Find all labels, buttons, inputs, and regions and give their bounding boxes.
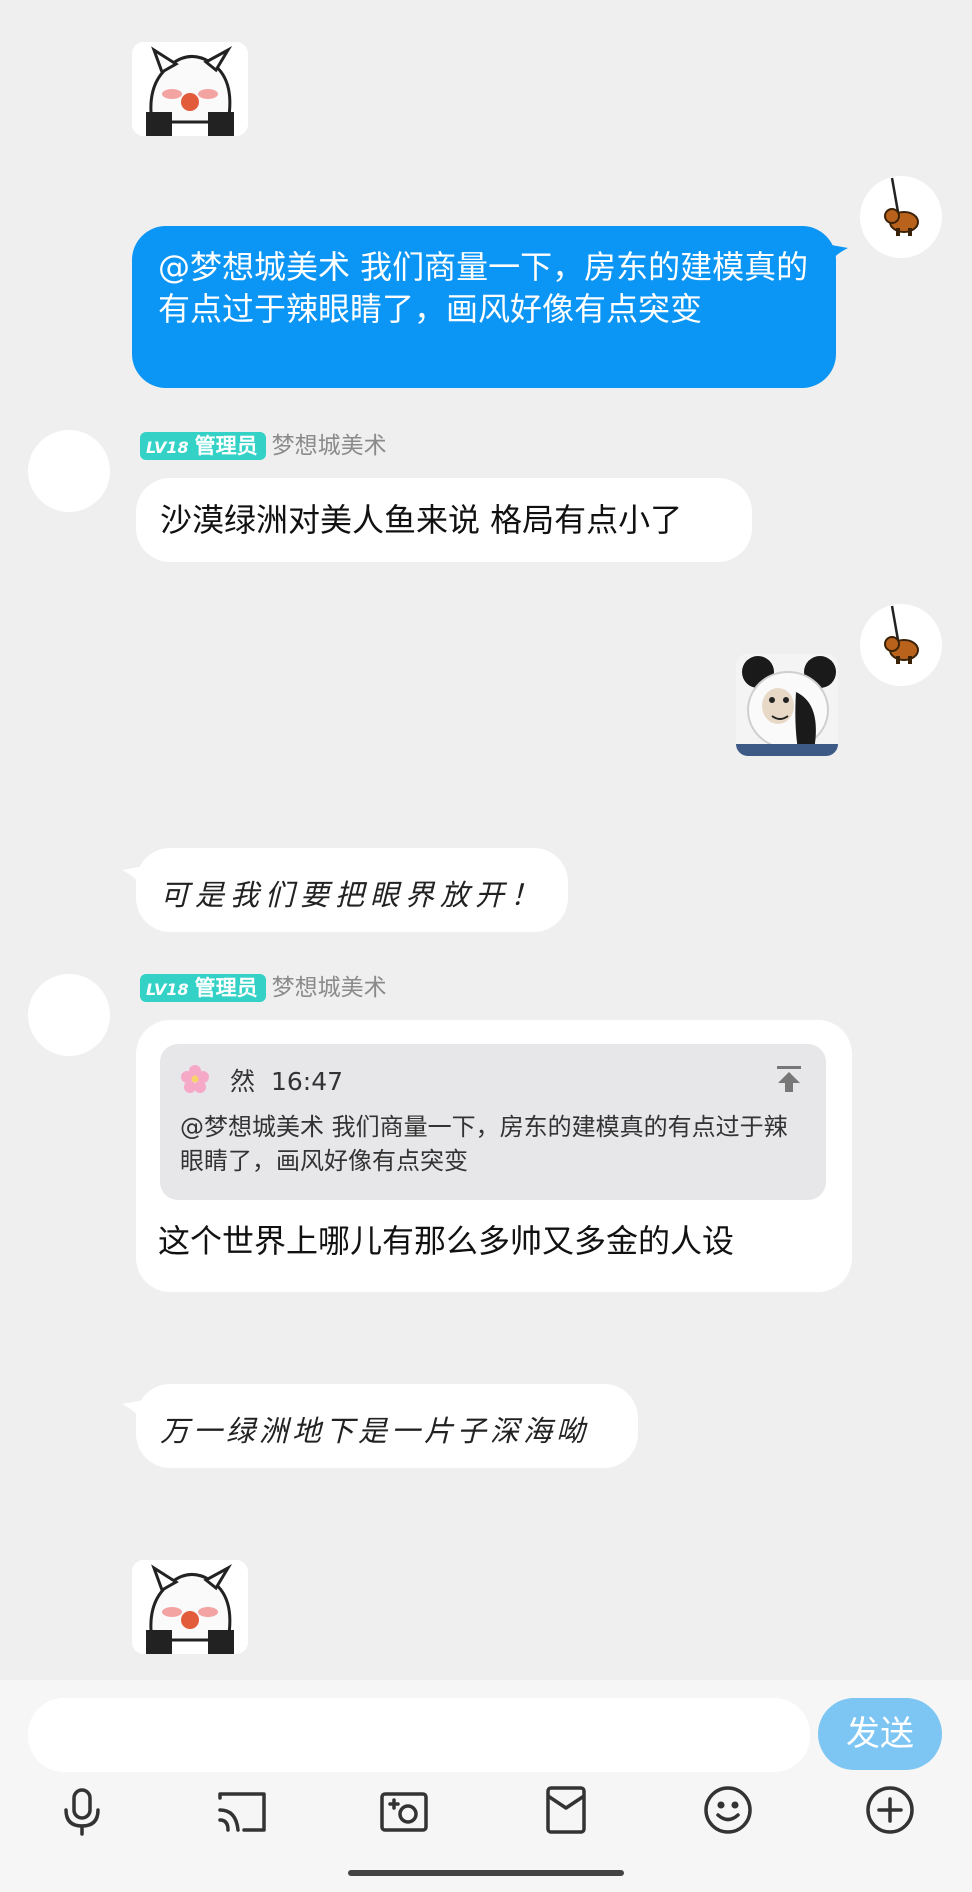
my-message-bubble[interactable]: @梦想城美术 我们商量一下，房东的建模真的有点过于辣眼睛了，画风好像有点突变	[132, 226, 836, 388]
quote-text: @梦想城美术 我们商量一下，房东的建模真的有点过于辣眼睛了，画风好像有点突变	[180, 1113, 788, 1175]
screen-cast-icon[interactable]	[216, 1788, 268, 1836]
flower-icon	[180, 1064, 210, 1094]
my-avatar[interactable]	[860, 604, 942, 686]
quote-header: 然 16:47	[230, 1062, 343, 1098]
level-badge: LV18 管理员	[140, 432, 266, 460]
level-badge: LV18 管理员	[140, 974, 266, 1002]
message-bubble[interactable]: 然 16:47 @梦想城美术 我们商量一下，房东的建模真的有点过于辣眼睛了，画风…	[136, 1020, 852, 1292]
jump-to-original-icon[interactable]	[774, 1064, 804, 1094]
bubble-tail	[826, 244, 848, 262]
camera-icon[interactable]	[378, 1786, 430, 1836]
message-bubble[interactable]: 万一绿洲地下是一片子深海呦	[136, 1384, 638, 1468]
sticker-panda-meme[interactable]	[736, 654, 838, 756]
message-text: @梦想城美术 我们商量一下，房东的建模真的有点过于辣眼睛了，画风好像有点突变	[158, 248, 809, 328]
quote-name: 然	[230, 1067, 256, 1096]
sender-name: 梦想城美术	[271, 433, 387, 459]
message-bubble[interactable]: 可是我们要把眼界放开！	[136, 848, 568, 932]
sender-header: LV18 管理员 梦想城美术	[140, 974, 387, 1002]
sender-avatar[interactable]	[28, 974, 110, 1056]
sender-name: 梦想城美术	[271, 975, 387, 1001]
quoted-message[interactable]: 然 16:47 @梦想城美术 我们商量一下，房东的建模真的有点过于辣眼睛了，画风…	[160, 1044, 826, 1200]
message-text: 这个世界上哪儿有那么多帅又多金的人设	[158, 1222, 735, 1260]
input-bar: 发送	[0, 1680, 972, 1892]
sender-avatar[interactable]	[28, 430, 110, 512]
red-packet-icon[interactable]	[544, 1784, 588, 1836]
home-indicator	[348, 1870, 624, 1876]
message-text: 沙漠绿洲对美人鱼来说 格局有点小了	[160, 501, 683, 539]
my-avatar[interactable]	[860, 176, 942, 258]
sticker-cartoon-bottom[interactable]	[132, 1560, 248, 1654]
emoji-icon[interactable]	[702, 1784, 754, 1836]
quote-time: 16:47	[270, 1067, 344, 1096]
plus-icon[interactable]	[864, 1784, 916, 1836]
mic-icon[interactable]	[58, 1786, 106, 1838]
message-text: 可是我们要把眼界放开！	[160, 878, 546, 912]
send-button[interactable]: 发送	[818, 1698, 942, 1770]
message-input[interactable]	[28, 1698, 810, 1772]
sender-header: LV18 管理员 梦想城美术	[140, 432, 387, 460]
message-text: 万一绿洲地下是一片子深海呦	[160, 1414, 590, 1448]
sticker-cartoon-top[interactable]	[132, 42, 248, 136]
message-bubble[interactable]: 沙漠绿洲对美人鱼来说 格局有点小了	[136, 478, 752, 562]
